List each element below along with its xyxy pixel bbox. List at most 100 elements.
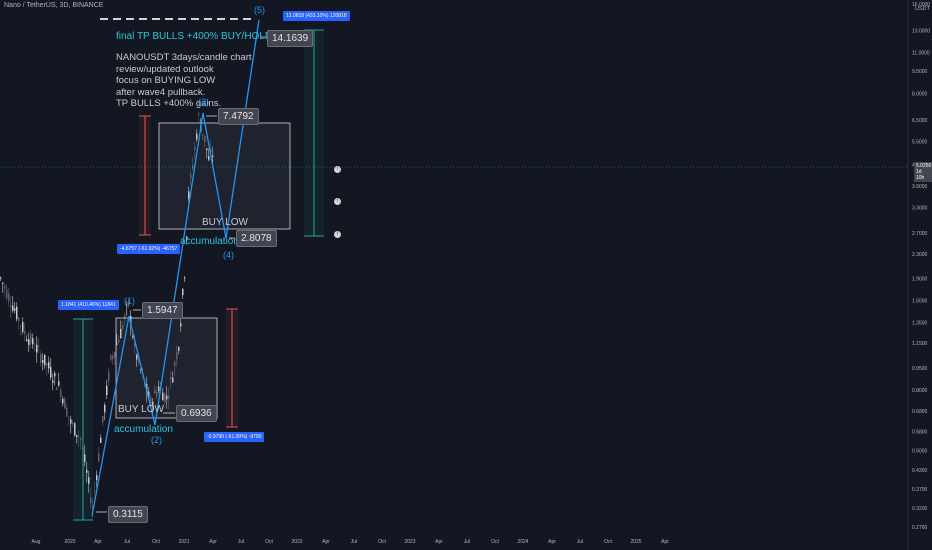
candle-body: [20, 325, 22, 327]
y-tick-20: 0.5000: [912, 448, 928, 454]
wave-label-3: (3): [198, 97, 209, 107]
candle-body: [16, 306, 18, 320]
candle-body: [42, 359, 44, 363]
x-tick-20: Oct: [604, 539, 612, 545]
x-tick-22: Apr: [661, 539, 669, 545]
y-tick-10: 2.7000: [912, 231, 928, 237]
candle-body: [8, 293, 10, 302]
candle-body: [102, 415, 104, 423]
arrow-up-icon-2[interactable]: ↑: [334, 198, 341, 205]
wave-label-2: (2): [151, 435, 162, 445]
x-tick-19: Jul: [577, 539, 583, 545]
x-tick-17: 2024: [517, 539, 528, 545]
y-tick-21: 0.4300: [912, 468, 928, 474]
candle-body: [36, 344, 38, 353]
wave-label-5: (5): [254, 5, 265, 15]
candle-body: [0, 277, 2, 279]
x-tick-18: Apr: [548, 539, 556, 545]
arrow-up-icon[interactable]: ↑: [334, 166, 341, 173]
x-tick-5: 2021: [178, 539, 189, 545]
candle-body: [2, 282, 4, 284]
y-tick-12: 1.9000: [912, 276, 928, 282]
candle-body: [98, 453, 100, 462]
x-tick-2: Apr: [94, 539, 102, 545]
x-tick-15: Jul: [464, 539, 470, 545]
y-tick-4: 8.0000: [912, 91, 928, 97]
candle-body: [68, 416, 70, 418]
x-tick-1: 2020: [64, 539, 75, 545]
symbol-header: Nano / TetherUS, 3D, BINANCE: [4, 2, 104, 9]
x-tick-10: Apr: [322, 539, 330, 545]
x-tick-7: Jul: [238, 539, 244, 545]
y-tick-23: 0.3200: [912, 506, 928, 512]
y-tick-11: 2.3000: [912, 252, 928, 258]
x-tick-11: Jul: [351, 539, 357, 545]
candle-body: [114, 352, 116, 358]
candle-body: [32, 338, 34, 345]
y-tick-13: 1.6000: [912, 299, 928, 305]
buy-low-label-1: BUY LOW: [118, 404, 164, 415]
candle-body: [28, 339, 30, 346]
candle-body: [26, 339, 28, 341]
candle-body: [110, 355, 112, 361]
current-price-countdown: 1d 10h: [916, 169, 925, 181]
x-tick-12: Oct: [378, 539, 386, 545]
candle-body: [38, 345, 40, 347]
measure-label-1: 1.1841 (410.46%) 11841: [58, 300, 119, 310]
y-tick-2: 11.0000: [912, 50, 930, 56]
price-tag-0-3115: 0.3115: [108, 506, 148, 523]
candle-body: [22, 321, 24, 332]
candle-body: [6, 289, 8, 299]
candle-body: [12, 305, 14, 311]
y-tick-6: 5.5000: [912, 140, 928, 146]
accumulation-label-2: accumulation: [180, 236, 239, 247]
price-tag-14-1639: 14.1639: [267, 30, 314, 47]
measure-label-3: -4.6757 (-61.92%) -46757: [117, 244, 181, 254]
y-tick-19: 0.5800: [912, 429, 928, 435]
candle-body: [52, 380, 54, 383]
x-tick-4: Oct: [152, 539, 160, 545]
candle-body: [18, 317, 20, 322]
y-tick-14: 1.3500: [912, 321, 928, 327]
y-tick-15: 1.1500: [912, 341, 928, 347]
candle-body: [4, 285, 6, 289]
measure-label-2: -0.9790 (-61.00%) -9790: [204, 432, 265, 442]
price-tag-1-5947: 1.5947: [142, 302, 183, 319]
candle-body: [46, 363, 48, 366]
x-tick-0: Aug: [32, 539, 41, 545]
candle-body: [100, 437, 102, 443]
y-axis: USDT16.000013.000011.00009.50008.00006.5…: [907, 0, 931, 550]
candle-body: [62, 398, 64, 404]
candle-body: [64, 398, 66, 409]
x-tick-3: Jul: [124, 539, 130, 545]
candle-body: [66, 407, 68, 417]
y-tick-24: 0.2760: [912, 525, 928, 531]
x-tick-9: 2022: [291, 539, 302, 545]
y-tick-16: 0.9500: [912, 366, 928, 372]
candle-body: [182, 288, 184, 296]
candle-body: [184, 277, 186, 279]
annotation-description: NANOUSDT 3days/candle chart review/updat…: [116, 52, 252, 109]
y-tick-1: 13.0000: [912, 29, 930, 35]
candle-body: [50, 367, 52, 378]
candle-body: [70, 419, 72, 424]
candle-body: [60, 390, 62, 398]
y-tick-0: 16.0000: [912, 2, 930, 8]
arrow-up-icon-3[interactable]: ↑: [334, 231, 341, 238]
buy-low-zone-1: [115, 317, 218, 419]
candle-body: [40, 354, 42, 363]
y-tick-22: 0.3700: [912, 487, 928, 493]
measure-label-4: 12.0818 (433.10%) 120818: [283, 11, 350, 21]
candle-body: [44, 354, 46, 366]
candle-body: [104, 404, 106, 413]
y-tick-5: 6.5000: [912, 118, 928, 124]
candle-body: [106, 385, 108, 396]
candle-body: [198, 113, 200, 116]
candle-body: [94, 490, 96, 492]
price-tag-7-4792: 7.4792: [218, 108, 259, 125]
candle-body: [54, 373, 56, 377]
price-tag-2-8078: 2.8078: [236, 230, 277, 247]
candle-body: [14, 308, 16, 311]
x-tick-21: 2025: [630, 539, 641, 545]
candle-body: [24, 330, 26, 334]
